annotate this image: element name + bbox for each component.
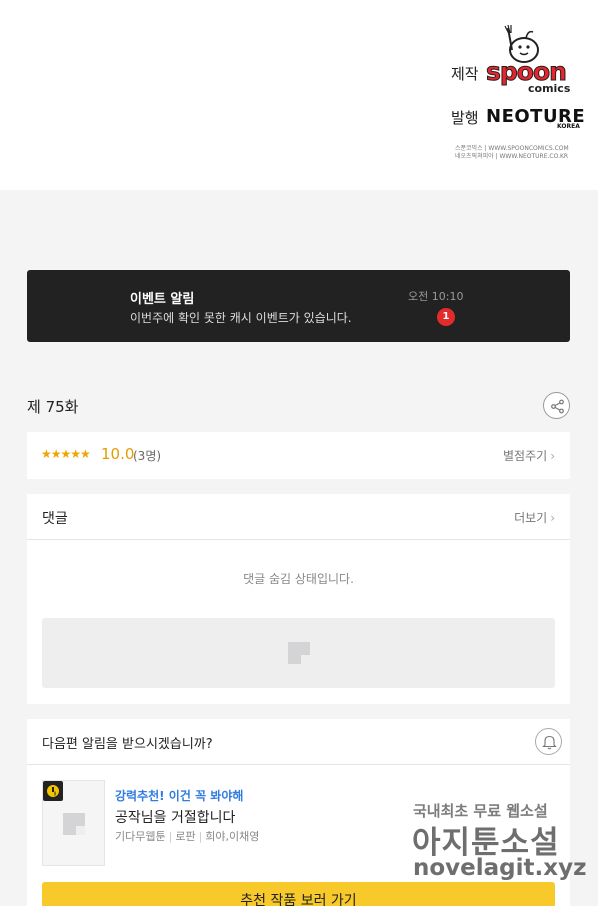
rating-count: (3명) bbox=[133, 449, 162, 463]
episode-title: 제 75화 bbox=[27, 398, 79, 416]
recommendation-title[interactable]: 공작님을 거절합니다 bbox=[115, 807, 235, 827]
credits-section: 제작 spoon comics 발행 NEOTURE KOREA 스푼코믹스 |… bbox=[0, 0, 598, 190]
comments-more-button[interactable]: 더보기 › bbox=[514, 509, 555, 526]
share-button[interactable] bbox=[543, 392, 570, 419]
comments-hidden-notice: 댓글 숨김 상태입니다. bbox=[243, 572, 354, 586]
recommendation-meta: 기다무웹툰 | 로판 | 희야,이채영 bbox=[115, 830, 260, 843]
recommendation-thumbnail[interactable] bbox=[42, 780, 105, 866]
comments-more-label: 더보기 bbox=[514, 511, 548, 525]
notify-bell-button[interactable] bbox=[535, 728, 562, 755]
event-time: 오전 10:10 bbox=[408, 290, 464, 303]
notify-question: 다음편 알림을 받으시겠습니까? bbox=[42, 737, 213, 752]
rating-score: 10.0 bbox=[101, 445, 135, 463]
rate-button-label: 별점주기 bbox=[503, 449, 548, 463]
spoon-logo-sub: comics bbox=[528, 82, 571, 95]
ad-placeholder bbox=[42, 618, 555, 688]
event-title: 이벤트 알림 bbox=[130, 292, 195, 307]
rating-stars: ★★★★★ bbox=[41, 447, 91, 461]
bell-icon bbox=[542, 735, 557, 750]
meta-genre: 로판 bbox=[175, 830, 196, 843]
produced-label: 제작 bbox=[451, 65, 479, 83]
neoture-logo-sub: KOREA bbox=[557, 123, 580, 130]
image-placeholder-icon bbox=[288, 642, 310, 664]
credits-info-line2: 네오츠픽쳐피아 | WWW.NEOTURE.CO.KR bbox=[455, 153, 569, 160]
chevron-right-icon: › bbox=[550, 511, 555, 525]
meta-authors: 희야,이채영 bbox=[205, 830, 260, 843]
comments-card: 댓글 더보기 › 댓글 숨김 상태입니다. bbox=[27, 494, 570, 704]
divider bbox=[27, 764, 570, 765]
comments-heading: 댓글 bbox=[42, 511, 68, 527]
meta-type: 기다무웹툰 bbox=[115, 830, 166, 843]
recommendation-tag: 강력추천! 이건 꼭 봐야해 bbox=[115, 789, 244, 803]
event-message: 이번주에 확인 못한 캐시 이벤트가 있습니다. bbox=[130, 311, 352, 325]
chevron-right-icon: › bbox=[550, 449, 555, 463]
share-icon bbox=[551, 399, 564, 414]
divider bbox=[27, 539, 570, 540]
publisher-label: 발행 bbox=[451, 109, 479, 127]
wait-free-clock-icon bbox=[43, 781, 63, 801]
event-banner[interactable]: 이벤트 알림 이번주에 확인 못한 캐시 이벤트가 있습니다. 오전 10:10… bbox=[27, 270, 570, 342]
rate-button[interactable]: 별점주기 › bbox=[503, 447, 555, 464]
see-recommendation-button[interactable]: 추천 작품 보러 가기 bbox=[42, 882, 555, 906]
watermark-line3: novelagit.xyz bbox=[413, 855, 587, 881]
image-placeholder-icon bbox=[63, 813, 85, 835]
rating-card: ★★★★★ 10.0 (3명) 별점주기 › bbox=[27, 432, 570, 479]
event-count-badge: 1 bbox=[437, 308, 455, 326]
